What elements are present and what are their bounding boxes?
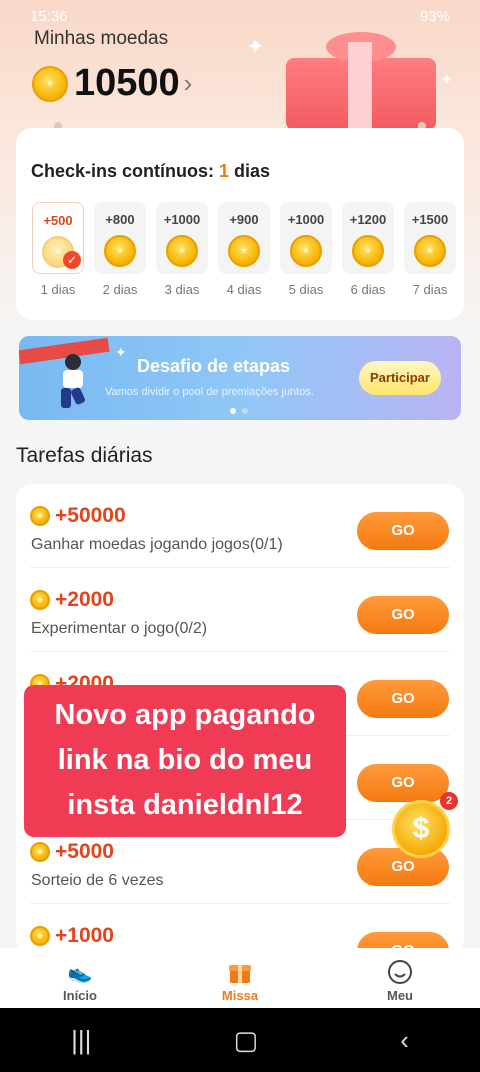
bottom-tab-bar: 👟 Início Missa Meu [0,948,480,1008]
coin-icon [30,842,50,862]
coin-icon [352,235,384,267]
back-icon[interactable]: ‹ [400,1025,409,1056]
participate-button[interactable]: Participar [359,361,441,395]
coin-icon [290,235,322,267]
go-button[interactable]: GO [357,680,449,718]
coin-icon [166,235,198,267]
checkin-card: Check-ins contínuos: 1 dias +500 ✓ 1 dia… [16,128,464,320]
gift-icon [226,958,254,986]
coin-icon [228,235,260,267]
dollar-coin-icon: $ [392,800,450,858]
coin-icon [32,65,68,102]
floating-coin-button[interactable]: $ 2 [392,792,458,860]
task-row: +2000 Experimentar o jogo(0/2) GO [16,568,464,652]
coin-icon [30,590,50,610]
task-row: +50000 Ganhar moedas jogando jogos(0/1) … [16,484,464,568]
task-row: +1000 GO [16,904,464,954]
checkin-title: Check-ins contínuos: 1 dias [31,161,271,181]
banner-subtitle: Vamos dividir o pool de premiações junto… [105,386,314,398]
daily-tasks-heading: Tarefas diárias [16,444,153,467]
sparkle-icon: ✦ [246,34,265,59]
checkin-days: +500 ✓ 1 dias +800 2 dias +1000 3 dias +… [27,202,461,297]
chevron-right-icon: › [183,68,193,98]
runner-illustration [61,354,85,408]
checkin-day[interactable]: +1200 6 dias [337,202,399,297]
checkmark-icon: ✓ [63,251,81,269]
checkin-day[interactable]: +900 4 dias [213,202,275,297]
go-button[interactable]: GO [357,596,449,634]
checkin-day[interactable]: +1000 3 dias [151,202,213,297]
gift-box-illustration [286,32,436,130]
tab-meu[interactable]: Meu [320,948,480,1008]
smiley-icon [386,958,414,986]
banner-title: Desafio de etapas [137,356,291,376]
go-button[interactable]: GO [357,512,449,550]
status-time: 15:36 [30,7,68,25]
coin-icon [104,235,136,267]
checkin-day[interactable]: +800 2 dias [89,202,151,297]
sparkle-icon: ✦ [440,72,454,89]
page-title: Minhas moedas [34,28,169,49]
status-battery: 93% [419,7,450,25]
checkin-day[interactable]: +1500 7 dias [399,202,461,297]
checkin-day[interactable]: +1000 5 dias [275,202,337,297]
home-icon[interactable]: ▢ [234,1025,259,1056]
coin-balance[interactable]: 10500 › [32,62,192,105]
carousel-dots [230,408,248,414]
balance-value: 10500 [74,62,180,104]
sparkle-icon: ✦ [115,344,127,360]
checkin-day[interactable]: +500 ✓ 1 dias [27,202,89,297]
system-navigation-bar: ||| ▢ ‹ [0,1008,480,1072]
sneaker-icon: 👟 [67,961,93,984]
notification-badge: 2 [440,792,458,810]
promo-overlay-text: Novo app pagando link na bio do meu inst… [24,685,346,837]
coin-icon [30,506,50,526]
coin-icon [414,235,446,267]
tab-inicio[interactable]: 👟 Início [0,948,160,1008]
tab-missa[interactable]: Missa [160,948,320,1008]
go-button[interactable]: GO [357,764,449,802]
recent-apps-icon[interactable]: ||| [71,1025,91,1056]
coin-icon [30,926,50,946]
